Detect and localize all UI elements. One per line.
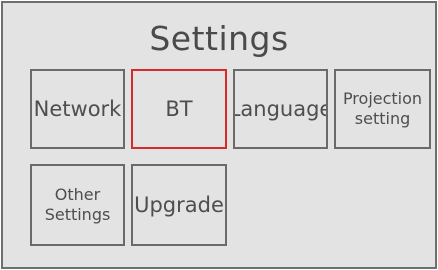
bt-tile[interactable]: BT (131, 69, 227, 149)
projection-setting-tile[interactable]: Projection setting (334, 69, 431, 149)
upgrade-tile[interactable]: Upgrade (131, 164, 227, 246)
other-settings-label: Other Settings (44, 185, 111, 224)
settings-panel: Settings Network BT Language Projection … (1, 1, 437, 269)
other-settings-tile[interactable]: Other Settings (30, 164, 125, 246)
language-tile[interactable]: Language (233, 69, 328, 149)
projection-setting-label: Projection setting (342, 89, 423, 128)
language-label: Language (233, 97, 328, 121)
page-title: Settings (149, 19, 289, 58)
network-tile[interactable]: Network (30, 69, 125, 149)
bt-label: BT (165, 97, 193, 121)
upgrade-label: Upgrade (134, 193, 224, 217)
network-label: Network (33, 97, 122, 121)
